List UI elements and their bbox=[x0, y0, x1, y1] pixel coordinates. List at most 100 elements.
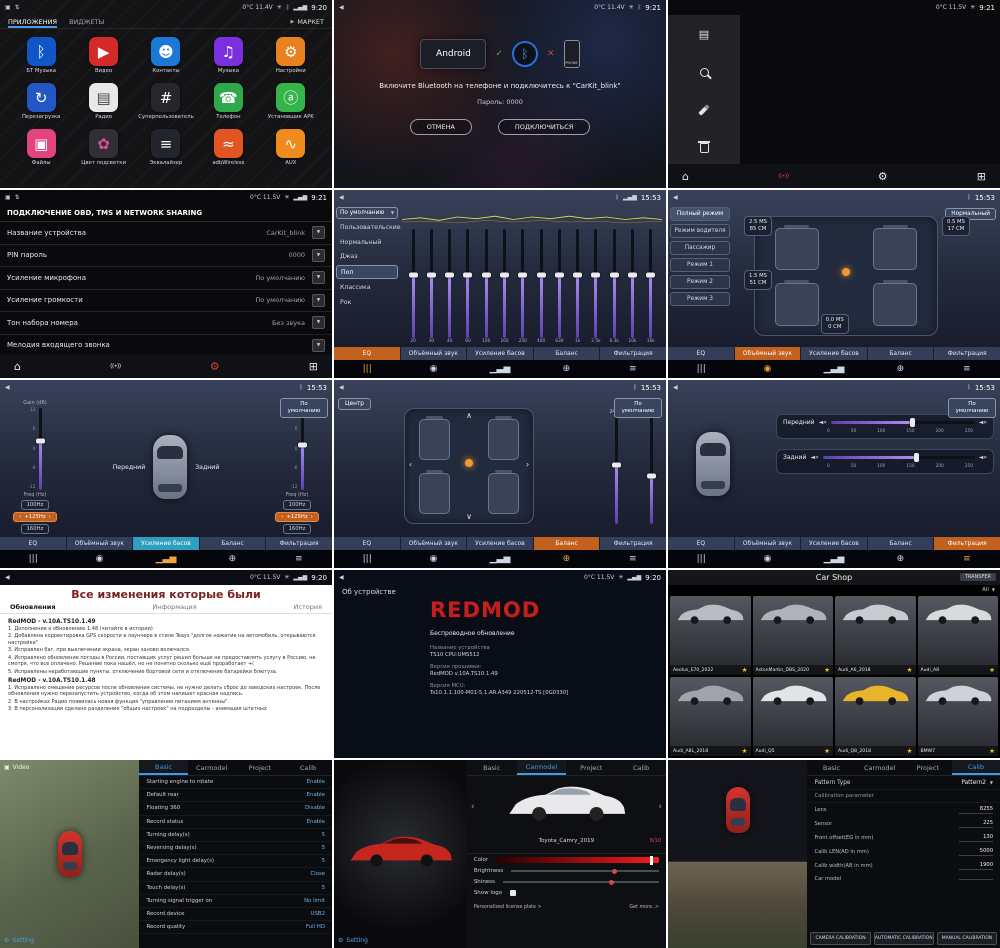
eq-icon[interactable]: ||| bbox=[0, 550, 66, 568]
parameter-value[interactable]: 225 bbox=[959, 820, 993, 828]
parameter-value[interactable]: 1900 bbox=[959, 862, 993, 870]
filter-icon[interactable]: ≡ bbox=[934, 360, 1000, 378]
setting-value[interactable]: No limit bbox=[304, 898, 325, 904]
setting-value[interactable]: 5 bbox=[322, 858, 325, 864]
eq-band-slider[interactable]: 630 bbox=[550, 229, 568, 344]
cancel-button[interactable]: ОТМЕНА bbox=[410, 119, 472, 135]
brightness-thumb[interactable] bbox=[612, 869, 617, 874]
eq-band-slider[interactable]: 40 bbox=[441, 229, 459, 344]
app-shortcut[interactable]: ▤ Радио bbox=[72, 83, 134, 120]
slider-track[interactable] bbox=[521, 229, 524, 338]
settings-row[interactable]: Record quality Full HD bbox=[139, 921, 332, 934]
slider-thumb[interactable] bbox=[573, 272, 582, 277]
manual-calibration-button[interactable]: MANUAL CALIBRATION bbox=[937, 932, 997, 945]
parameter-value[interactable]: 130 bbox=[959, 834, 993, 842]
arrow-up-icon[interactable]: ∧ bbox=[466, 411, 472, 420]
eq-band-slider[interactable]: 20 bbox=[404, 229, 422, 344]
freq-option-active[interactable]: ‹+125Hz› bbox=[275, 512, 319, 522]
balance-icon[interactable]: ⊕ bbox=[867, 360, 933, 378]
slider-thumb[interactable] bbox=[628, 272, 637, 277]
settings-row[interactable]: Название устройства CarKit_blink bbox=[0, 222, 332, 245]
settings-row[interactable]: Turning signal trigger on No limit bbox=[139, 895, 332, 908]
favorite-star-icon[interactable]: ★ bbox=[907, 747, 913, 755]
dropdown-button[interactable] bbox=[312, 226, 325, 239]
slider-thumb[interactable] bbox=[500, 272, 509, 277]
showlogo-checkbox[interactable] bbox=[510, 890, 516, 896]
eq-band-slider[interactable]: 160 bbox=[495, 229, 513, 344]
freq-option[interactable]: 100Hz bbox=[21, 500, 50, 510]
tab-calib[interactable]: Calib bbox=[952, 760, 1000, 775]
broadcast-icon[interactable]: ((•)) bbox=[110, 363, 120, 370]
slider-track[interactable] bbox=[631, 229, 634, 338]
slider-track[interactable] bbox=[412, 229, 415, 338]
preset-item-active[interactable]: Поп bbox=[336, 265, 398, 279]
seat-front-left[interactable] bbox=[775, 228, 819, 270]
mode-item[interactable]: Режим 3 bbox=[670, 292, 730, 306]
settings-row[interactable]: Тон набора номера Без звука bbox=[0, 312, 332, 335]
tab-widgets[interactable]: ВИДЖЕТЫ bbox=[69, 18, 104, 26]
default-button[interactable]: По умолчанию bbox=[280, 398, 328, 418]
setting-value[interactable]: 5 bbox=[322, 832, 325, 838]
bass-icon[interactable]: ▁▃▅ bbox=[801, 550, 867, 568]
broadcast-icon[interactable]: ((•)) bbox=[778, 173, 788, 180]
tab-eq[interactable]: EQ bbox=[668, 537, 735, 550]
slider-thumb[interactable] bbox=[427, 272, 436, 277]
next-freq-icon[interactable]: › bbox=[49, 514, 51, 520]
setting-value[interactable]: 5 bbox=[322, 885, 325, 891]
favorite-star-icon[interactable]: ★ bbox=[824, 747, 830, 755]
transfer-button[interactable]: TRANSFER bbox=[960, 573, 996, 581]
bass-icon[interactable]: ▁▃▅ bbox=[467, 360, 533, 378]
playlist-edit-button[interactable]: ▤ bbox=[691, 23, 717, 45]
shiness-thumb[interactable] bbox=[609, 880, 614, 885]
bass-icon[interactable]: ▁▃▅ bbox=[133, 550, 199, 568]
setting-value[interactable]: 5 bbox=[322, 845, 325, 851]
tab-balance[interactable]: Баланс bbox=[868, 347, 935, 360]
tab-history[interactable]: История bbox=[294, 603, 322, 611]
eq-icon[interactable]: ||| bbox=[668, 550, 734, 568]
license-plate-link[interactable]: Personalized license plate > bbox=[474, 905, 542, 910]
default-button[interactable]: По умолчанию bbox=[614, 398, 662, 418]
eq-band-slider[interactable]: 2.5k bbox=[587, 229, 605, 344]
prev-freq-icon[interactable]: ‹ bbox=[19, 514, 21, 520]
slider-track[interactable] bbox=[558, 229, 561, 338]
app-shortcut[interactable]: ≈ adbWireless bbox=[197, 129, 259, 166]
parameter-value[interactable]: 5000 bbox=[959, 848, 993, 856]
setting-value[interactable]: Close bbox=[310, 871, 325, 877]
tab-filter[interactable]: Фильтрация bbox=[600, 537, 666, 550]
dropdown-button[interactable] bbox=[312, 249, 325, 262]
parameter-row[interactable]: Lens 8255 bbox=[807, 803, 1000, 817]
preset-item[interactable]: Пользовательские bbox=[336, 222, 398, 234]
tab-project[interactable]: Project bbox=[904, 760, 952, 775]
tab-carmodel[interactable]: Carmodel bbox=[188, 760, 236, 775]
dropdown-button[interactable] bbox=[312, 339, 325, 352]
bass-icon[interactable]: ▁▃▅ bbox=[801, 360, 867, 378]
parameter-row[interactable]: Car model bbox=[807, 873, 1000, 885]
tab-balance[interactable]: Баланс bbox=[534, 537, 601, 550]
eq-band-slider[interactable]: 1k bbox=[569, 229, 587, 344]
slider-thumb[interactable] bbox=[36, 438, 45, 443]
home-button[interactable]: ⌂ bbox=[682, 170, 689, 183]
slider-thumb[interactable] bbox=[914, 453, 919, 462]
slider-thumb[interactable] bbox=[409, 272, 418, 277]
tab-project[interactable]: Project bbox=[566, 760, 616, 775]
car-card[interactable]: Audi_Q5 ★ bbox=[753, 677, 834, 756]
freq-option[interactable]: 100Hz bbox=[283, 500, 312, 510]
filter-icon[interactable]: ≡ bbox=[266, 550, 332, 568]
favorite-star-icon[interactable]: ★ bbox=[824, 666, 830, 674]
tab-information[interactable]: Информация bbox=[152, 603, 196, 611]
tab-bass[interactable]: Усиление басов bbox=[801, 347, 868, 360]
settings-row[interactable]: Floating 360 Disable bbox=[139, 802, 332, 815]
mode-item[interactable]: Режим водителя bbox=[670, 224, 730, 238]
settings-row[interactable]: PIN пароль 0000 bbox=[0, 245, 332, 268]
tab-calib[interactable]: Calib bbox=[616, 760, 666, 775]
tab-eq[interactable]: EQ bbox=[334, 537, 401, 550]
back-icon[interactable]: ◀ bbox=[339, 194, 344, 201]
tab-balance[interactable]: Баланс bbox=[534, 347, 601, 360]
preset-item[interactable]: Джаз bbox=[336, 251, 398, 263]
surround-icon[interactable]: ◉ bbox=[400, 360, 466, 378]
slider-thumb[interactable] bbox=[463, 272, 472, 277]
tab-bass[interactable]: Усиление басов bbox=[467, 537, 534, 550]
gain-slider[interactable] bbox=[650, 417, 653, 524]
slider-thumb[interactable] bbox=[482, 272, 491, 277]
freq-option[interactable]: 160Hz bbox=[283, 524, 312, 534]
